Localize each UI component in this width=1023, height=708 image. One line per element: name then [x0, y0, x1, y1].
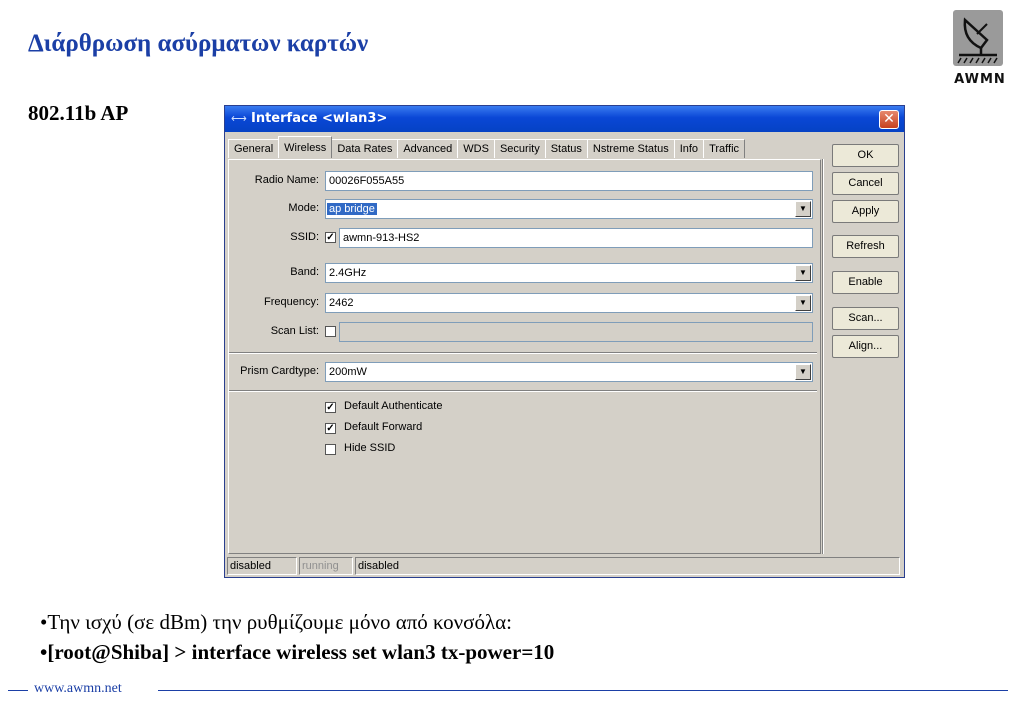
close-icon: ✕ [883, 111, 895, 127]
mode-value: ap bridge [327, 203, 377, 215]
tab-status[interactable]: Status [544, 139, 588, 158]
align-button[interactable]: Align... [832, 335, 899, 358]
status-running: running [299, 557, 353, 575]
ok-button[interactable]: OK [832, 144, 899, 167]
refresh-button[interactable]: Refresh [832, 235, 899, 258]
prism-cardtype-value: 200mW [329, 366, 367, 378]
prism-cardtype-label: Prism Cardtype: [240, 365, 319, 377]
hide-ssid-label: Hide SSID [344, 442, 396, 454]
footer-url[interactable]: www.awmn.net [34, 681, 122, 697]
chevron-down-icon[interactable]: ▼ [795, 364, 811, 380]
tab-wireless[interactable]: Wireless [278, 136, 333, 158]
interface-icon: ⟷ [231, 113, 247, 125]
status-bar: disabled running disabled [227, 557, 902, 575]
chevron-down-icon[interactable]: ▼ [795, 201, 811, 217]
ssid-label: SSID: [290, 231, 319, 243]
scan-list-label: Scan List: [270, 325, 319, 337]
ssid-checkbox[interactable]: ✓ [325, 232, 336, 243]
bullet-command: •[root@Shiba] > interface wireless set w… [40, 640, 555, 664]
tab-general[interactable]: General [228, 139, 280, 158]
logo-text: AWMN [954, 72, 1006, 87]
mode-label: Mode: [288, 202, 319, 214]
tab-data-rates[interactable]: Data Rates [331, 139, 399, 158]
mode-select[interactable]: ap bridge ▼ [325, 199, 813, 219]
radio-name-input[interactable]: 00026F055A55 [325, 171, 813, 191]
footer-line-right [158, 690, 1008, 691]
tab-security[interactable]: Security [493, 139, 546, 158]
scan-list-input[interactable] [339, 322, 813, 342]
window-titlebar[interactable]: ⟷ Interface <wlan3> ✕ [225, 106, 904, 132]
tab-wds[interactable]: WDS [457, 139, 495, 158]
status-disabled: disabled [355, 557, 900, 575]
satellite-dish-icon [953, 10, 1003, 66]
button-column-divider [822, 159, 824, 554]
slide-title: Διάρθρωση ασύρματων καρτών [28, 30, 369, 57]
hide-ssid-checkbox[interactable] [325, 444, 336, 455]
tab-info[interactable]: Info [673, 139, 705, 158]
chevron-down-icon[interactable]: ▼ [795, 295, 811, 311]
interface-window: ⟷ Interface <wlan3> ✕ General Wireless D… [224, 105, 905, 578]
window-title: Interface <wlan3> [251, 111, 388, 126]
default-forward-label: Default Forward [344, 421, 423, 433]
radio-name-label: Radio Name: [254, 174, 319, 186]
default-authenticate-checkbox[interactable]: ✓ [325, 402, 336, 413]
separator [229, 390, 817, 392]
prism-cardtype-select[interactable]: 200mW ▼ [325, 362, 813, 382]
bullet-text: •Την ισχύ (σε dBm) την ρυθμίζουμε μόνο α… [40, 610, 512, 634]
band-value: 2.4GHz [329, 267, 367, 279]
frequency-value: 2462 [329, 297, 354, 309]
chevron-down-icon[interactable]: ▼ [795, 265, 811, 281]
frequency-select[interactable]: 2462 ▼ [325, 293, 813, 313]
frequency-label: Frequency: [263, 296, 319, 308]
scan-list-checkbox[interactable] [325, 326, 336, 337]
apply-button[interactable]: Apply [832, 200, 899, 223]
tab-advanced[interactable]: Advanced [397, 139, 459, 158]
cancel-button[interactable]: Cancel [832, 172, 899, 195]
default-authenticate-label: Default Authenticate [344, 400, 443, 412]
default-forward-checkbox[interactable]: ✓ [325, 423, 336, 434]
separator [229, 352, 817, 354]
ssid-input[interactable]: awmn-913-HS2 [339, 228, 813, 248]
tab-nstreme-status[interactable]: Nstreme Status [586, 139, 675, 158]
close-button[interactable]: ✕ [879, 110, 899, 129]
enable-button[interactable]: Enable [832, 271, 899, 294]
footer-line-left [8, 690, 28, 691]
wireless-panel: Radio Name: 00026F055A55 Mode: ap bridge… [228, 159, 821, 554]
status-enabled: disabled [227, 557, 297, 575]
band-label: Band: [290, 266, 319, 278]
tab-bar: General Wireless Data Rates Advanced WDS… [228, 136, 746, 159]
band-select[interactable]: 2.4GHz ▼ [325, 263, 813, 283]
awmn-logo: AWMN [949, 10, 1011, 88]
subheading: 802.11b AP [28, 101, 129, 125]
scan-button[interactable]: Scan... [832, 307, 899, 330]
tab-traffic[interactable]: Traffic [703, 139, 746, 158]
